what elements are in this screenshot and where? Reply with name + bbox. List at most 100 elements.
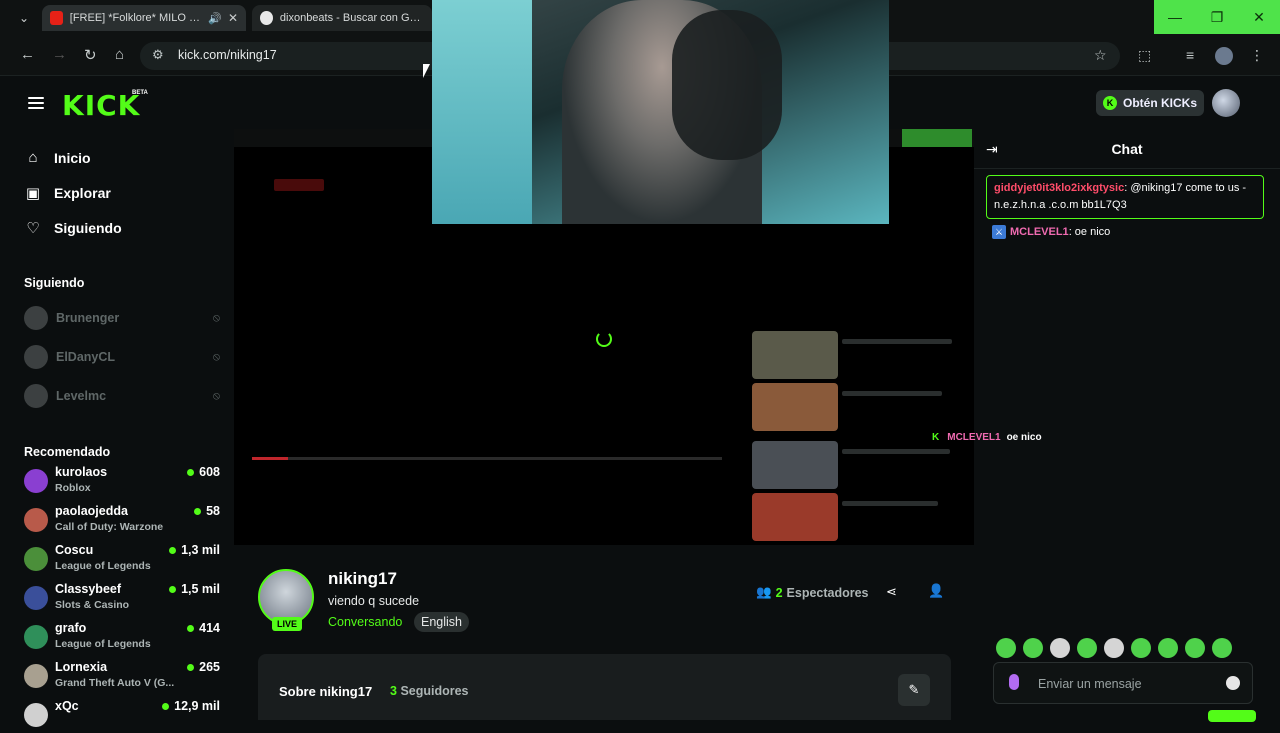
home-icon[interactable]: ⌂ (115, 46, 124, 63)
share-icon[interactable]: ⋖ (886, 584, 897, 600)
url-text: kick.com/niking17 (178, 48, 277, 62)
browser-tab-youtube[interactable]: [FREE] *Folklore* MILO J Ty... 🔊 ✕ (42, 5, 246, 31)
user-avatar[interactable] (1212, 89, 1240, 117)
media-control-icon[interactable]: ≡ (1186, 47, 1194, 63)
viewers-icon: 👥 (756, 585, 772, 599)
extensions-icon[interactable]: ⬚ (1138, 47, 1151, 64)
recommended-item[interactable]: grafo League of Legends 414 (24, 621, 220, 655)
viewer-count: 👥 2 Espectadores (756, 585, 869, 600)
recommended-item[interactable]: Classybeef Slots & Casino 1,5 mil (24, 582, 220, 616)
emote-icon[interactable] (1158, 638, 1178, 658)
viewer-count-number: 2 (775, 585, 783, 600)
following-item[interactable]: Brunenger ⦸ (24, 305, 220, 331)
site-info-icon[interactable]: ⚙ (152, 47, 164, 63)
captured-thumbnail (752, 493, 838, 541)
profile-icon[interactable] (1215, 47, 1233, 65)
following-section-title: Siguiendo (24, 276, 85, 290)
pinned-message: giddyjet0it3klo2ixkgtysic: @niking17 com… (986, 175, 1264, 219)
chat-title: Chat (1111, 141, 1143, 157)
sidebar-item-siguiendo[interactable]: ♡ Siguiendo (24, 219, 121, 237)
recommended-section-title: Recomendado (24, 445, 111, 459)
about-title: Sobre niking17 (279, 684, 373, 699)
avatar (24, 625, 48, 649)
hamburger-menu-icon[interactable] (28, 97, 44, 109)
tab-search-button[interactable]: ⌄ (12, 8, 36, 28)
viewer-count: 1,3 mil (181, 543, 220, 557)
stream-overlay-chat: K MCLEVEL1 oe nico (932, 432, 1042, 443)
recommended-category: Call of Duty: Warzone (55, 521, 164, 533)
recommended-item[interactable]: kurolaos Roblox 608 (24, 465, 220, 499)
offline-icon: ⦸ (212, 389, 220, 402)
chat-message-input[interactable] (1038, 673, 1228, 695)
avatar (24, 508, 48, 532)
recommended-item[interactable]: paolaojedda Call of Duty: Warzone 58 (24, 504, 220, 538)
overlay-username: MCLEVEL1 (947, 432, 1001, 443)
stream-tag[interactable]: English (414, 612, 469, 632)
sword-badge-icon: ⚔ (992, 225, 1006, 239)
captured-thumbnail (752, 383, 838, 431)
avatar (24, 703, 48, 727)
reload-icon[interactable]: ↻ (84, 46, 97, 64)
emote-icon[interactable] (1050, 638, 1070, 658)
emote-icon[interactable] (1131, 638, 1151, 658)
live-dot-icon (187, 663, 195, 671)
following-name: Levelmc (56, 389, 107, 403)
avatar (24, 306, 48, 330)
browser-menu-icon[interactable]: ⋮ (1250, 47, 1264, 64)
emote-icon[interactable] (996, 638, 1016, 658)
follow-user-icon[interactable]: 👤 (928, 583, 944, 599)
bookmark-star-icon[interactable]: ☆ (1094, 47, 1107, 64)
avatar (24, 384, 48, 408)
recommended-viewers: 58 (194, 504, 220, 518)
webcam-overlay (432, 0, 889, 224)
get-kicks-button[interactable]: K Obtén KICKs (1095, 90, 1204, 116)
recommended-name: xQc (55, 699, 79, 713)
live-dot-icon (194, 507, 202, 515)
emoji-icon[interactable] (1226, 676, 1240, 690)
captured-window-controls (902, 129, 972, 147)
home-icon: ⌂ (28, 149, 38, 166)
webcam-microphone (672, 10, 782, 160)
emote-icon[interactable] (1212, 638, 1232, 658)
recommended-item[interactable]: Coscu League of Legends 1,3 mil (24, 543, 220, 577)
emote-icon[interactable] (1185, 638, 1205, 658)
streamer-name[interactable]: niking17 (328, 569, 397, 589)
followers-label: Seguidores (400, 684, 469, 698)
kick-logo[interactable]: KICK (62, 89, 140, 122)
recommended-item[interactable]: xQc 12,9 mil (24, 699, 220, 733)
emote-bar (996, 638, 1232, 658)
chat-username[interactable]: MCLEVEL1 (1010, 226, 1069, 238)
captured-text-line (842, 501, 938, 506)
live-dot-icon (162, 702, 170, 710)
following-item[interactable]: Levelmc ⦸ (24, 383, 220, 409)
edit-pencil-icon[interactable]: ✎ (898, 674, 930, 706)
offline-icon: ⦸ (212, 311, 220, 324)
minimize-icon[interactable]: — (1154, 0, 1196, 34)
close-tab-icon[interactable]: ✕ (228, 11, 238, 25)
back-icon[interactable]: ← (20, 46, 35, 63)
close-window-icon[interactable]: ✕ (1238, 0, 1280, 34)
explore-icon: ▣ (25, 185, 41, 202)
chat-panel: ⇥ Chat giddyjet0it3klo2ixkgtysic: @nikin… (974, 129, 1280, 720)
chat-username[interactable]: giddyjet0it3klo2ixkgtysic (994, 182, 1124, 194)
recommended-item[interactable]: Lornexia Grand Theft Auto V (G... 265 (24, 660, 220, 694)
following-item[interactable]: ElDanyCL ⦸ (24, 344, 220, 370)
offline-icon: ⦸ (212, 350, 220, 363)
restore-icon[interactable]: ❐ (1196, 0, 1238, 34)
browser-tab-google[interactable]: dixonbeats - Buscar con Google (252, 5, 432, 31)
forward-icon[interactable]: → (52, 46, 67, 63)
emote-icon[interactable] (1077, 638, 1097, 658)
microphone-icon[interactable] (1009, 674, 1019, 690)
followers-number: 3 (390, 684, 397, 698)
chat-message: ⚔ MCLEVEL1: oe nico (992, 225, 1110, 239)
recommended-name: kurolaos (55, 465, 108, 479)
sidebar-item-explorar[interactable]: ▣ Explorar (24, 184, 111, 202)
recommended-viewers: 1,3 mil (169, 543, 220, 557)
overlay-message: oe nico (1006, 432, 1042, 443)
emote-icon[interactable] (1104, 638, 1124, 658)
sidebar-item-inicio[interactable]: ⌂ Inicio (24, 149, 90, 166)
send-chat-button[interactable] (1208, 710, 1256, 722)
sidebar-item-label: Explorar (54, 185, 111, 201)
emote-icon[interactable] (1023, 638, 1043, 658)
stream-category[interactable]: Conversando (328, 615, 402, 629)
